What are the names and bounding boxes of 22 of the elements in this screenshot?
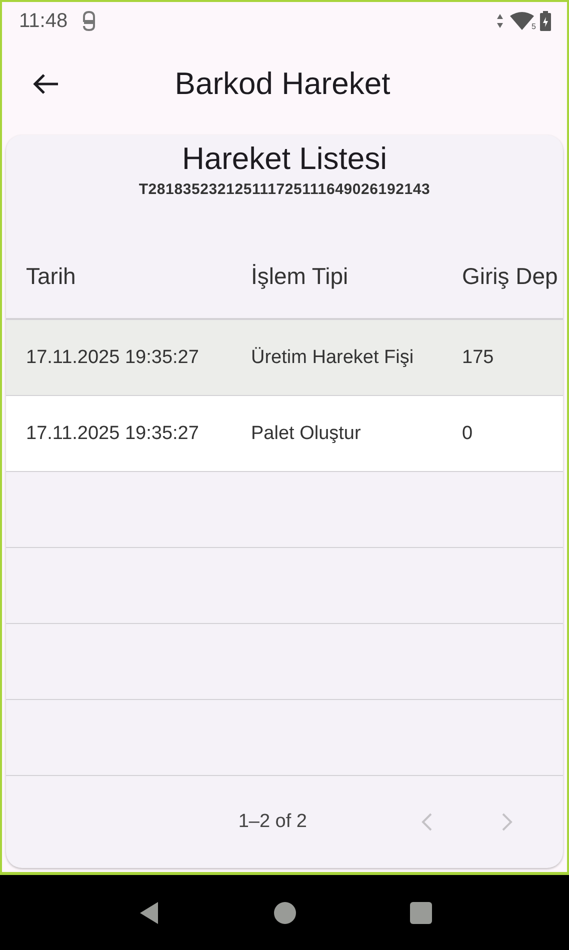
table-cell-text: 0 [462,422,474,444]
data-arrows-icon [496,13,504,29]
table-cell-text: 17.11.2025 19:35:27 [26,346,200,368]
column-header[interactable]: İşlem Tipi [251,263,462,290]
wifi-icon: 5 [510,12,534,30]
notification-icon [82,11,96,31]
page-title: Barkod Hareket [174,66,392,102]
table-cell-text: Üretim Hareket Fişi [251,346,415,368]
table-row[interactable]: 17.11.2025 19:35:27 Palet Oluştur 0 [6,396,563,472]
page-range: 1–2 of 2 [238,811,307,833]
column-header[interactable]: Tarih [26,263,251,290]
status-time: 11:48 [19,10,68,32]
table-cell-text: 17.11.2025 19:35:27 [26,422,200,444]
column-header[interactable]: Giriş Dep [462,263,563,290]
table-cell-text: 175 [462,346,495,368]
table-row[interactable]: 17.11.2025 19:35:27 Üretim Hareket Fişi 175 [6,320,563,396]
card-title: Hareket Listesi [180,141,388,177]
recents-nav-icon[interactable] [408,900,434,926]
battery-icon [540,11,551,31]
home-nav-icon[interactable] [272,900,298,926]
table-cell-text: Palet Oluştur [251,422,362,444]
barcode-number: T281835232125111725111649026192143 [138,181,432,198]
